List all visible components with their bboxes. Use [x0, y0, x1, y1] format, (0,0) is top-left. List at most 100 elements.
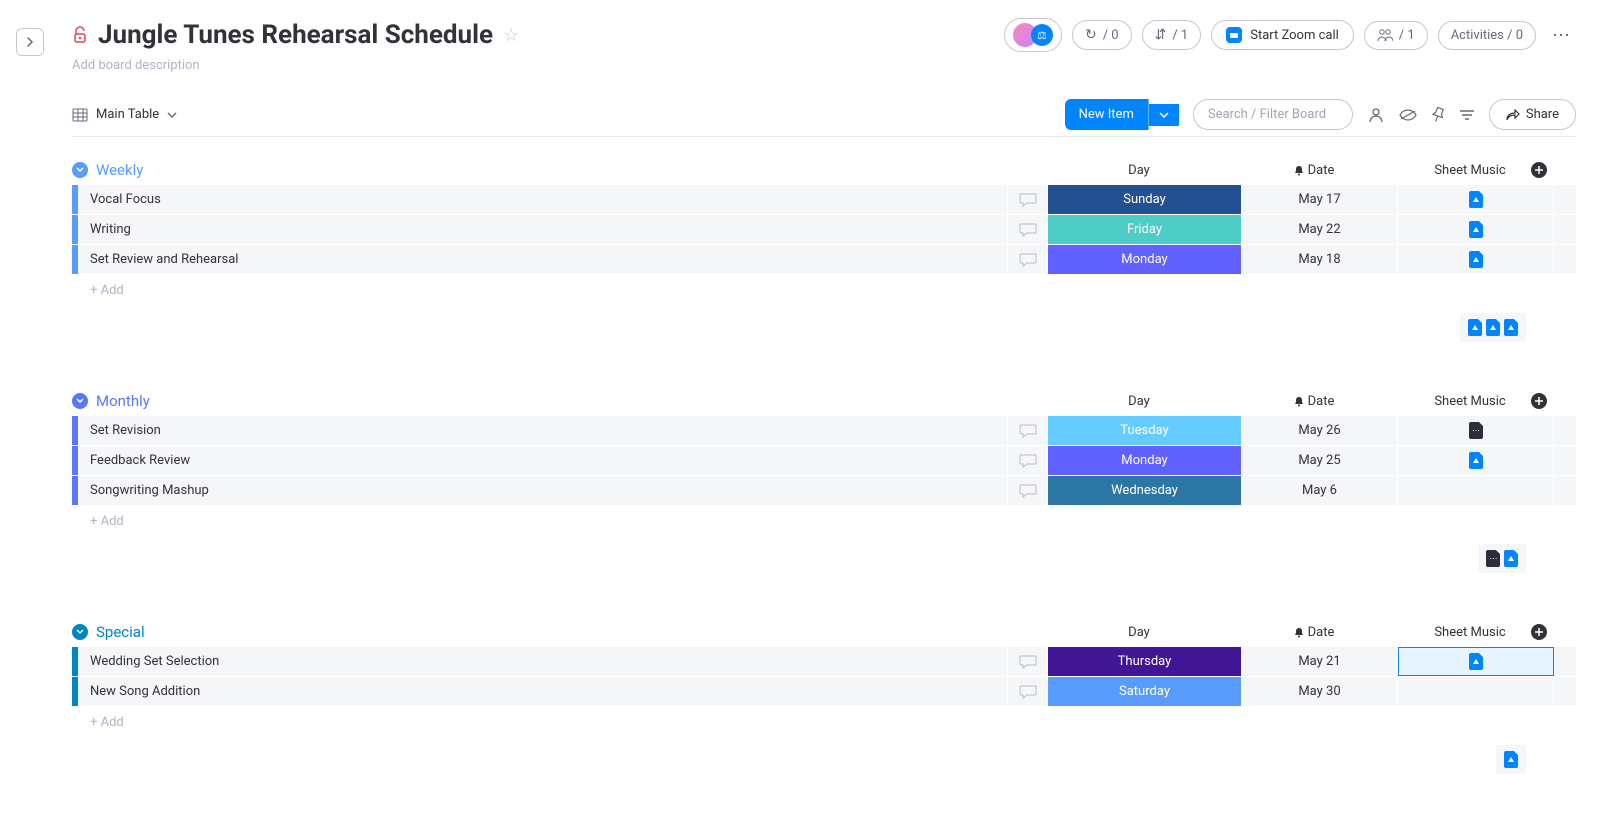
sheet-music-cell[interactable]	[1398, 245, 1554, 274]
chat-icon[interactable]	[1008, 677, 1048, 706]
column-header-day[interactable]: Day	[1042, 394, 1236, 409]
more-menu-icon[interactable]: ⋯	[1546, 21, 1576, 50]
date-cell[interactable]: May 30	[1242, 677, 1398, 706]
footer-file-summary[interactable]	[1496, 745, 1526, 774]
board-description[interactable]: Add board description	[72, 58, 1576, 73]
column-header-day[interactable]: Day	[1042, 625, 1236, 640]
board-title[interactable]: Jungle Tunes Rehearsal Schedule	[98, 20, 493, 50]
chat-icon[interactable]	[1008, 215, 1048, 244]
pin-icon[interactable]	[1431, 107, 1445, 123]
item-name-cell[interactable]: Set Review and Rehearsal	[78, 245, 1008, 274]
date-cell[interactable]: May 6	[1242, 476, 1398, 505]
sheet-music-cell[interactable]	[1398, 476, 1554, 505]
filter-icon[interactable]	[1459, 109, 1475, 121]
day-cell[interactable]: Thursday	[1048, 647, 1242, 676]
day-cell[interactable]: Monday	[1048, 245, 1242, 274]
column-header-date[interactable]: Date	[1236, 394, 1392, 409]
group-title[interactable]: Monthly	[96, 392, 150, 410]
table-row: Wedding Set Selection ThursdayMay 21	[72, 647, 1576, 677]
item-name-cell[interactable]: Set Revision	[78, 416, 1008, 445]
item-name-cell[interactable]: Vocal Focus	[78, 185, 1008, 214]
chat-icon[interactable]	[1008, 476, 1048, 505]
automations-pill[interactable]: ↻ / 0	[1072, 20, 1132, 50]
chat-icon[interactable]	[1008, 245, 1048, 274]
automations-count: / 0	[1103, 28, 1119, 43]
sheet-music-cell[interactable]	[1398, 215, 1554, 244]
new-item-button[interactable]: New Item	[1065, 99, 1149, 130]
footer-file-summary[interactable]	[1460, 313, 1526, 342]
column-header-date[interactable]: Date	[1236, 625, 1392, 640]
table-row: Feedback Review MondayMay 25	[72, 446, 1576, 476]
item-name-cell[interactable]: Songwriting Mashup	[78, 476, 1008, 505]
zoom-label: Start Zoom call	[1250, 28, 1339, 43]
item-name-cell[interactable]: New Song Addition	[78, 677, 1008, 706]
date-cell[interactable]: May 25	[1242, 446, 1398, 475]
date-cell[interactable]: May 21	[1242, 647, 1398, 676]
members-count: / 1	[1399, 28, 1415, 43]
date-cell[interactable]: May 18	[1242, 245, 1398, 274]
add-row[interactable]: + Add	[72, 506, 1576, 536]
day-cell[interactable]: Friday	[1048, 215, 1242, 244]
add-column-icon[interactable]	[1530, 161, 1548, 179]
share-button[interactable]: Share	[1489, 99, 1576, 130]
sheet-music-cell[interactable]	[1398, 185, 1554, 214]
integrations-pill[interactable]: ⇵ / 1	[1142, 20, 1202, 50]
column-header-sheet[interactable]: Sheet Music	[1392, 163, 1548, 178]
row-spacer	[1554, 215, 1576, 244]
chat-icon[interactable]	[1008, 416, 1048, 445]
footer-file-summary[interactable]: ⋯	[1478, 544, 1526, 573]
automation-icon: ↻	[1085, 27, 1097, 43]
file-blue-icon	[1469, 452, 1483, 469]
group-title[interactable]: Special	[96, 623, 145, 641]
new-item-dropdown[interactable]	[1149, 104, 1179, 126]
item-name-cell[interactable]: Feedback Review	[78, 446, 1008, 475]
new-item-button-group: New Item	[1065, 99, 1179, 130]
collapse-icon[interactable]	[72, 624, 88, 640]
lock-icon	[72, 26, 88, 44]
item-name-cell[interactable]: Writing	[78, 215, 1008, 244]
add-column-icon[interactable]	[1530, 623, 1548, 641]
collapse-icon[interactable]	[72, 393, 88, 409]
add-row[interactable]: + Add	[72, 275, 1576, 305]
expand-sidebar-button[interactable]	[16, 28, 44, 56]
day-cell[interactable]: Wednesday	[1048, 476, 1242, 505]
file-dark-icon: ⋯	[1486, 550, 1500, 567]
item-name-cell[interactable]: Wedding Set Selection	[78, 647, 1008, 676]
activities-button[interactable]: Activities / 0	[1438, 21, 1536, 50]
integration-icon: ⇵	[1155, 27, 1167, 43]
day-cell[interactable]: Monday	[1048, 446, 1242, 475]
hide-icon[interactable]	[1399, 109, 1417, 121]
bell-icon	[1294, 165, 1304, 176]
chat-icon[interactable]	[1008, 185, 1048, 214]
members-pill[interactable]: / 1	[1364, 21, 1428, 50]
column-header-day[interactable]: Day	[1042, 163, 1236, 178]
sheet-music-cell[interactable]	[1398, 446, 1554, 475]
file-blue-icon	[1504, 319, 1518, 336]
file-blue-icon	[1504, 751, 1518, 768]
star-icon[interactable]: ☆	[503, 25, 519, 46]
date-cell[interactable]: May 17	[1242, 185, 1398, 214]
column-header-date[interactable]: Date	[1236, 163, 1392, 178]
day-cell[interactable]: Tuesday	[1048, 416, 1242, 445]
person-filter-icon[interactable]	[1367, 106, 1385, 124]
group-title[interactable]: Weekly	[96, 161, 143, 179]
date-cell[interactable]: May 26	[1242, 416, 1398, 445]
column-header-sheet[interactable]: Sheet Music	[1392, 625, 1548, 640]
view-selector[interactable]: Main Table	[72, 107, 177, 122]
chat-icon[interactable]	[1008, 446, 1048, 475]
collapse-icon[interactable]	[72, 162, 88, 178]
chat-icon[interactable]	[1008, 647, 1048, 676]
sheet-music-cell[interactable]	[1398, 647, 1554, 676]
sheet-music-cell[interactable]	[1398, 677, 1554, 706]
sheet-music-cell[interactable]: ⋯	[1398, 416, 1554, 445]
add-row[interactable]: + Add	[72, 707, 1576, 737]
date-cell[interactable]: May 22	[1242, 215, 1398, 244]
add-column-icon[interactable]	[1530, 392, 1548, 410]
column-header-sheet[interactable]: Sheet Music	[1392, 394, 1548, 409]
zoom-call-button[interactable]: Start Zoom call	[1211, 20, 1354, 50]
day-cell[interactable]: Saturday	[1048, 677, 1242, 706]
owner-avatar-group[interactable]: ⚖	[1004, 18, 1062, 52]
day-cell[interactable]: Sunday	[1048, 185, 1242, 214]
add-row-label: + Add	[78, 514, 1576, 529]
search-input[interactable]: Search / Filter Board	[1193, 99, 1353, 130]
